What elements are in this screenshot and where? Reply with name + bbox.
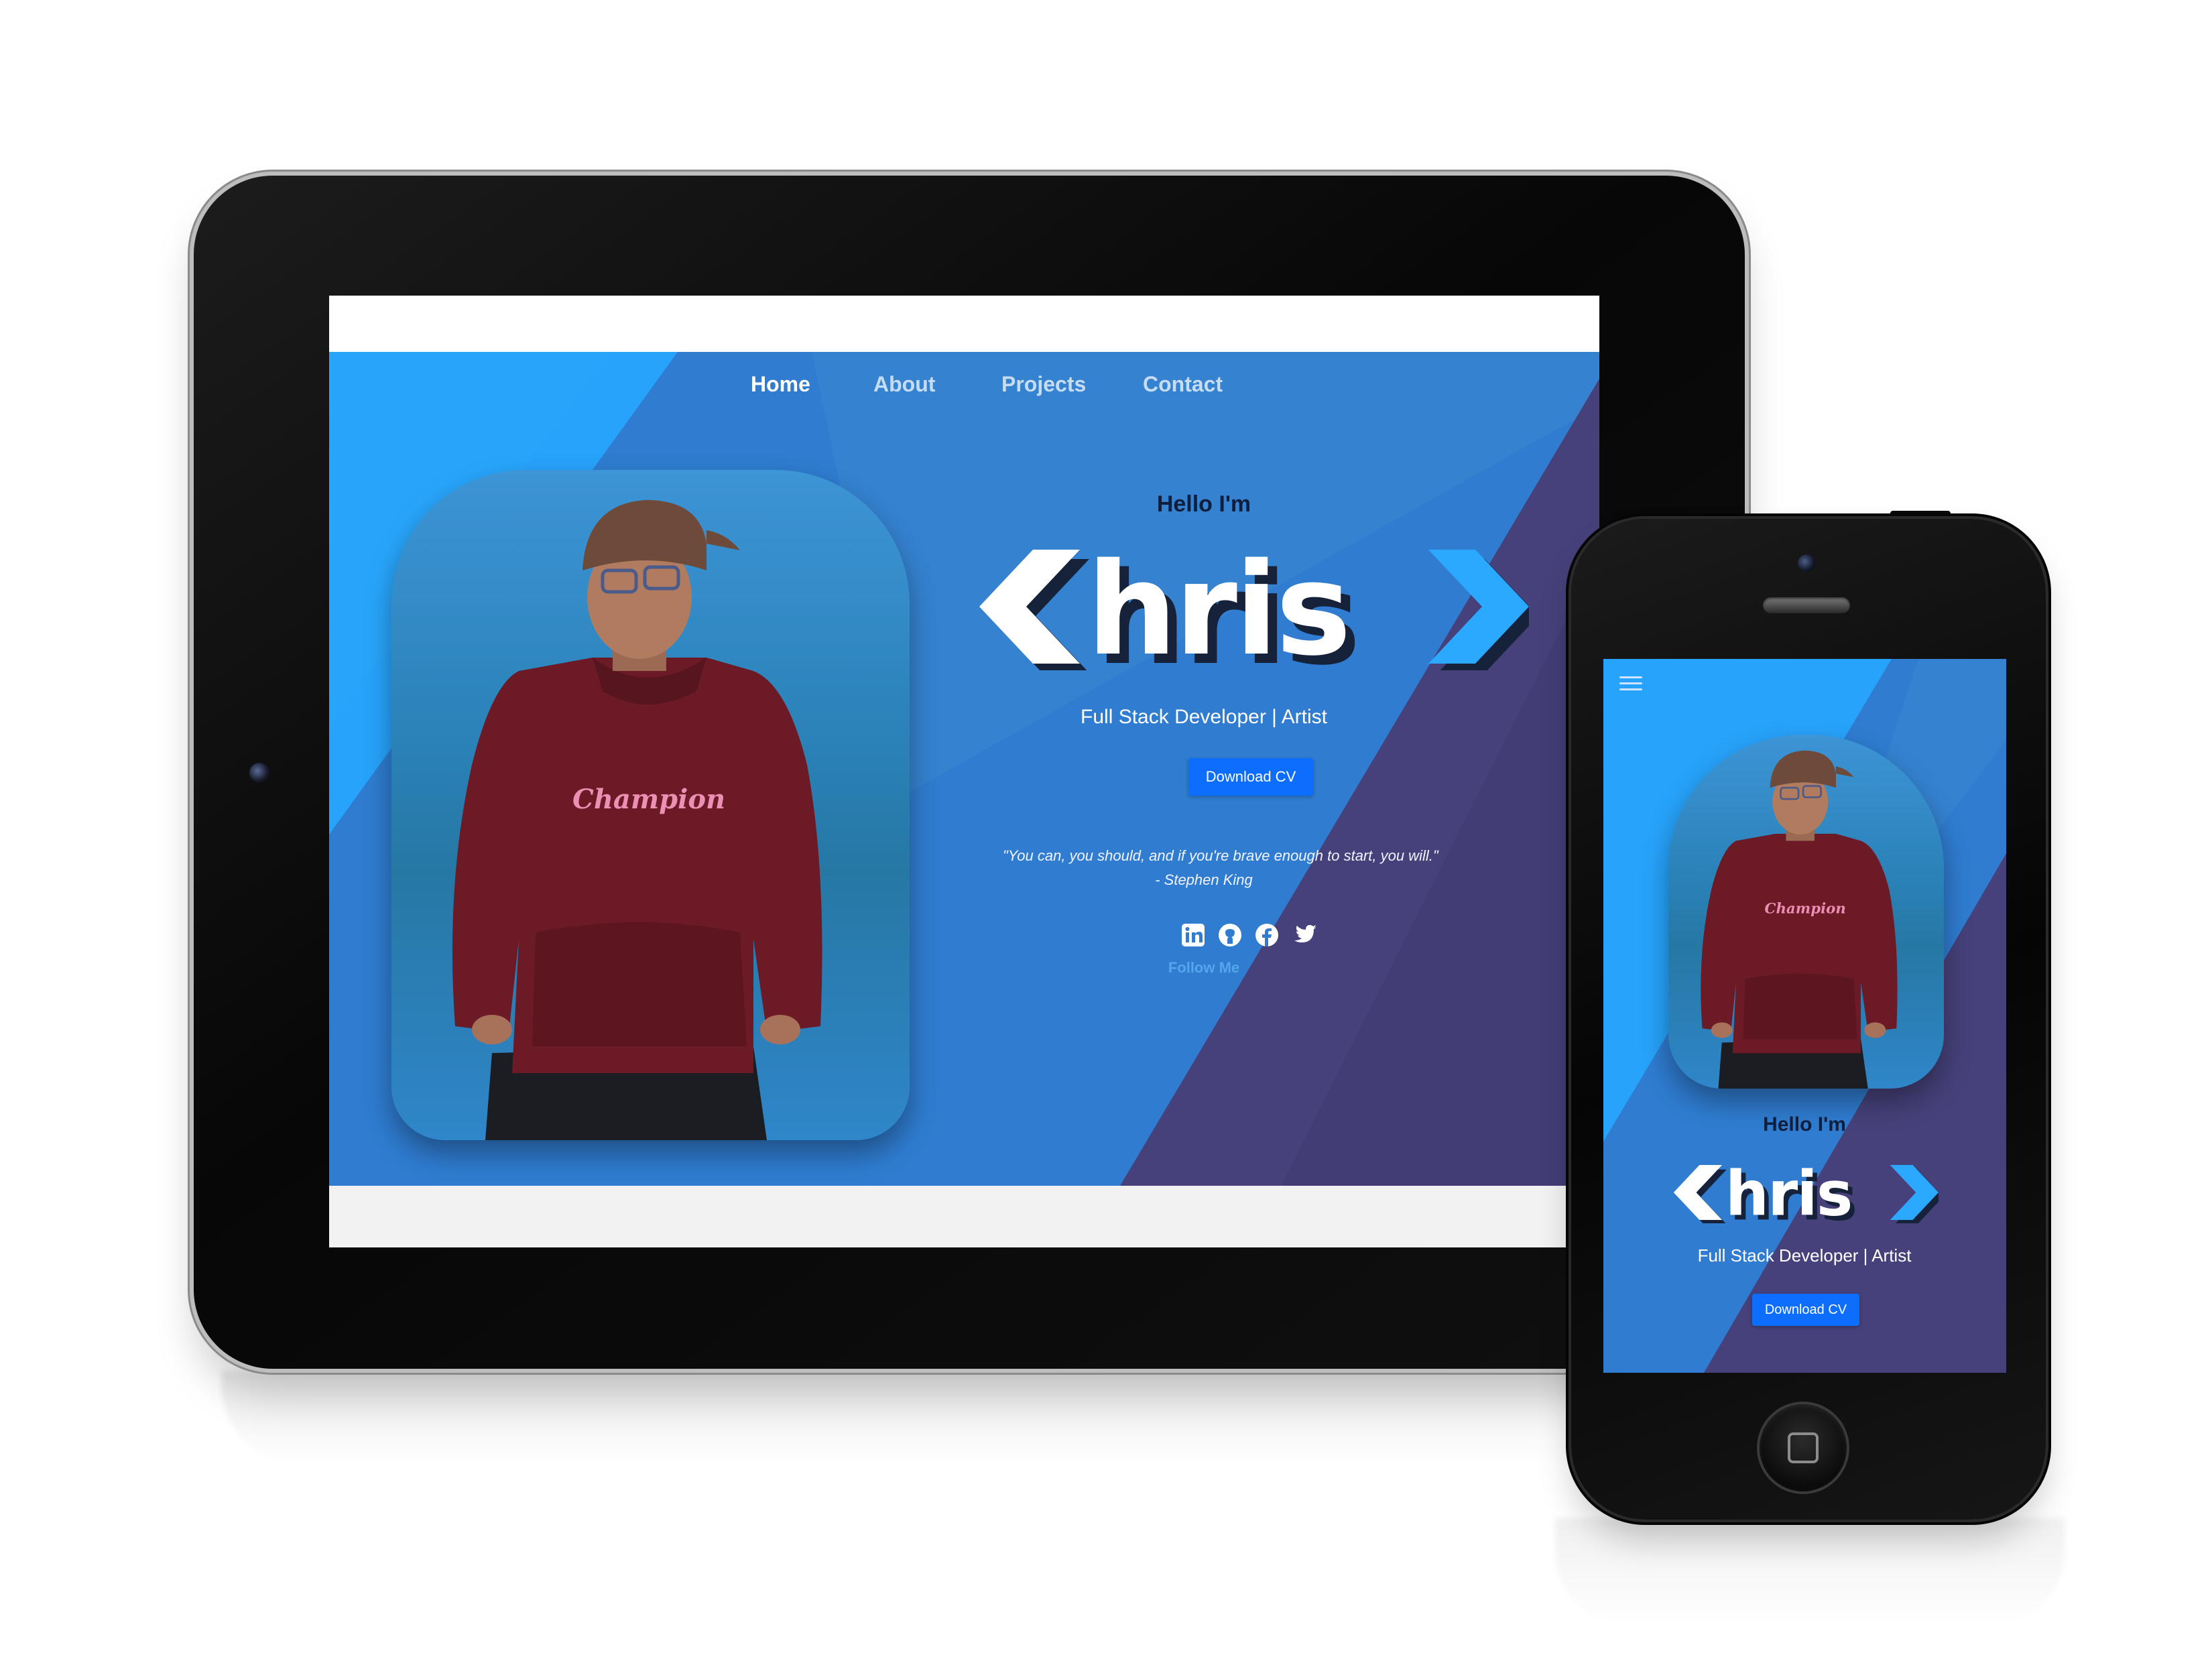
facebook-icon[interactable] [1254,922,1280,948]
download-cv-button[interactable]: Download CV [1188,758,1313,796]
tablet-screen: Home About Projects Contact Champion Hel… [329,296,1599,1247]
phone-logo-chevron-svg: hris hris [1673,1158,1943,1234]
phone-screen: Champion Hello I'm hris hris Full Stack … [1603,659,2006,1373]
phone-shirt-logo-text: Champion [1765,900,1846,917]
phone-volume-down [1566,838,1571,871]
greeting-text: Hello I'm [1156,491,1251,517]
twitter-icon[interactable] [1291,922,1318,948]
hamburger-menu-icon[interactable] [1619,672,1642,694]
subtitle-text: Full Stack Developer | Artist [1081,706,1327,728]
profile-photo: Champion [452,500,822,1140]
linkedin-icon[interactable] [1180,922,1206,948]
quote-text: "You can, you should, and if you're brav… [1003,847,1438,864]
tablet-reflection [221,1371,1716,1465]
nav-projects[interactable]: Projects [1001,372,1086,397]
phone-front-camera [1798,554,1815,572]
phone-speaker [1763,597,1850,613]
phone-profile-photo-card: Champion [1668,735,1944,1089]
profile-photo-card: Champion [391,470,910,1140]
nav-contact[interactable]: Contact [1143,372,1223,397]
phone-logo-wordmark: hris hris [1670,1158,1943,1234]
quote-author: - Stephen King [1155,871,1253,888]
shirt-logo-text: Champion [572,784,725,815]
phone-profile-photo: Champion [1701,750,1898,1089]
phone-greeting-text: Hello I'm [1763,1113,1846,1135]
github-icon[interactable] [1217,922,1243,948]
phone-power-button [1890,511,1951,517]
phone-subtitle-text: Full Stack Developer | Artist [1697,1245,1912,1266]
hero-section: Home About Projects Contact Champion Hel… [329,352,1599,1186]
follow-me-label[interactable]: Follow Me [1137,959,1271,977]
phone-volume-up [1566,751,1571,784]
phone-reflection [1555,1518,2065,1625]
logo-chevron-svg: hris hris [979,543,1529,670]
phone-mute-switch [1566,658,1571,698]
logo-wordmark: hris hris [973,543,1529,670]
svg-text:hris: hris [1725,1162,1851,1223]
phone-download-cv-button[interactable]: Download CV [1752,1294,1859,1326]
browser-top-bar [329,296,1599,352]
tablet-camera [249,763,269,783]
nav-home[interactable]: Home [751,372,810,397]
nav-about[interactable]: About [873,372,935,397]
svg-text:hris: hris [1087,543,1349,670]
home-button-icon [1788,1432,1819,1463]
